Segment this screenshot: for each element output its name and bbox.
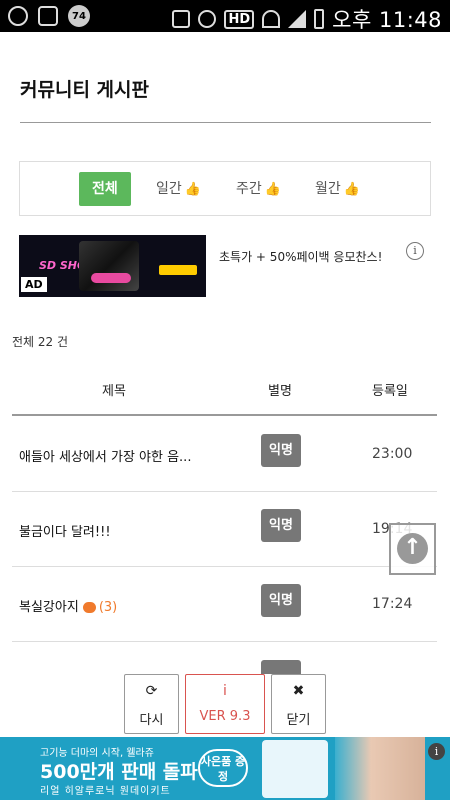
total-count: 전체 22 건 bbox=[12, 335, 69, 349]
app-notification-icon bbox=[8, 6, 28, 26]
version-label: VER 9.3 bbox=[199, 709, 251, 724]
post-date: 23:00 bbox=[372, 446, 413, 462]
thumbs-up-icon: 👍 bbox=[264, 182, 281, 197]
mute-icon bbox=[172, 10, 191, 28]
battery-icon bbox=[314, 9, 325, 29]
close-button[interactable]: ✖ 닫기 bbox=[271, 674, 326, 734]
alarm-icon bbox=[198, 10, 217, 28]
tab-daily[interactable]: 일간 👍 bbox=[143, 172, 214, 206]
hd-voice-icon: HD bbox=[224, 9, 255, 29]
nickname-badge-partial bbox=[261, 660, 301, 674]
header-title: 제목 bbox=[102, 384, 126, 399]
scroll-to-top-button[interactable]: ↑ bbox=[389, 523, 436, 575]
nickname-badge: 익명 bbox=[261, 434, 301, 467]
post-title-wrap[interactable]: 복실강아지 (3) bbox=[19, 596, 117, 615]
status-left: 74 bbox=[8, 5, 90, 27]
table-header: 제목 별명 등록일 bbox=[12, 370, 437, 416]
page-title: 커뮤니티 게시판 bbox=[20, 79, 149, 101]
post-title[interactable]: 불금이다 달려!!! bbox=[19, 521, 111, 540]
ad-info-icon[interactable]: i bbox=[406, 242, 424, 260]
title-divider bbox=[20, 122, 431, 123]
post-date: 17:24 bbox=[372, 596, 413, 612]
comment-count: (3) bbox=[98, 600, 118, 615]
table-row[interactable]: 복실강아지 (3) 익명 17:24 bbox=[12, 567, 437, 642]
image-notification-icon bbox=[38, 6, 58, 26]
refresh-label: 다시 bbox=[139, 713, 164, 728]
version-button[interactable]: i VER 9.3 bbox=[185, 674, 265, 734]
tab-all[interactable]: 전체 bbox=[79, 172, 131, 206]
close-label: 닫기 bbox=[286, 713, 311, 728]
ad-text-link[interactable]: 초특가 + 50%페이백 응모찬스! bbox=[219, 248, 382, 265]
bottom-ad-model-image bbox=[335, 737, 425, 800]
bottom-ad-gift-badge: 사은품 증정 bbox=[198, 749, 248, 787]
table-row[interactable]: 불금이다 달려!!! 익명 19:14 bbox=[12, 492, 437, 567]
arrow-up-icon: ↑ bbox=[397, 533, 428, 564]
ad-banner-image[interactable]: SD SHOW AD bbox=[19, 235, 206, 297]
tab-weekly-label: 주간 bbox=[236, 181, 262, 197]
thumbs-up-icon: 👍 bbox=[343, 182, 360, 197]
tab-all-label: 전체 bbox=[92, 181, 118, 197]
refresh-button[interactable]: ⟳ 다시 bbox=[124, 674, 179, 734]
post-title: 복실강아지 bbox=[19, 600, 79, 615]
status-right: HD 오후 11:48 bbox=[172, 4, 442, 34]
bottom-ad-product-image bbox=[262, 740, 328, 798]
bottom-ad-headline: 500만개 판매 돌파 bbox=[40, 761, 198, 783]
period-filter: 전체 일간 👍 주간 👍 월간 👍 bbox=[19, 161, 431, 216]
ad-shoe-image bbox=[91, 273, 131, 283]
clock: 오후 11:48 bbox=[332, 8, 442, 32]
tab-weekly[interactable]: 주간 👍 bbox=[223, 172, 294, 206]
signal-icon bbox=[288, 10, 307, 28]
header-nickname: 별명 bbox=[268, 384, 292, 399]
header-date: 등록일 bbox=[372, 384, 408, 399]
tab-monthly-label: 월간 bbox=[315, 181, 341, 197]
refresh-icon: ⟳ bbox=[145, 683, 158, 699]
ad-jacket-image bbox=[79, 241, 139, 291]
tab-monthly[interactable]: 월간 👍 bbox=[302, 172, 373, 206]
bottom-ad-subtitle: 리얼 히알루로닉 원데이키트 bbox=[40, 786, 171, 797]
nickname-badge: 익명 bbox=[261, 584, 301, 617]
post-title[interactable]: 애들아 세상에서 가장 야한 음... bbox=[19, 446, 191, 465]
wifi-icon bbox=[262, 10, 281, 28]
close-icon: ✖ bbox=[292, 683, 305, 699]
nickname-badge: 익명 bbox=[261, 509, 301, 542]
tab-daily-label: 일간 bbox=[156, 181, 182, 197]
ad-label: AD bbox=[21, 277, 47, 292]
ad-price-tag bbox=[159, 265, 197, 275]
badge-notification-icon: 74 bbox=[68, 5, 90, 27]
comment-icon bbox=[82, 602, 96, 613]
status-bar: 74 HD 오후 11:48 bbox=[0, 0, 450, 32]
thumbs-up-icon: 👍 bbox=[184, 182, 201, 197]
bottom-ad-banner[interactable]: 고기능 더마의 시작, 웰라쥬 500만개 판매 돌파 리얼 히알루로닉 원데이… bbox=[0, 737, 450, 800]
table-row[interactable]: 애들아 세상에서 가장 야한 음... 익명 23:00 bbox=[12, 417, 437, 492]
bottom-ad-info-icon[interactable]: i bbox=[428, 743, 445, 760]
info-icon: i bbox=[223, 683, 227, 699]
